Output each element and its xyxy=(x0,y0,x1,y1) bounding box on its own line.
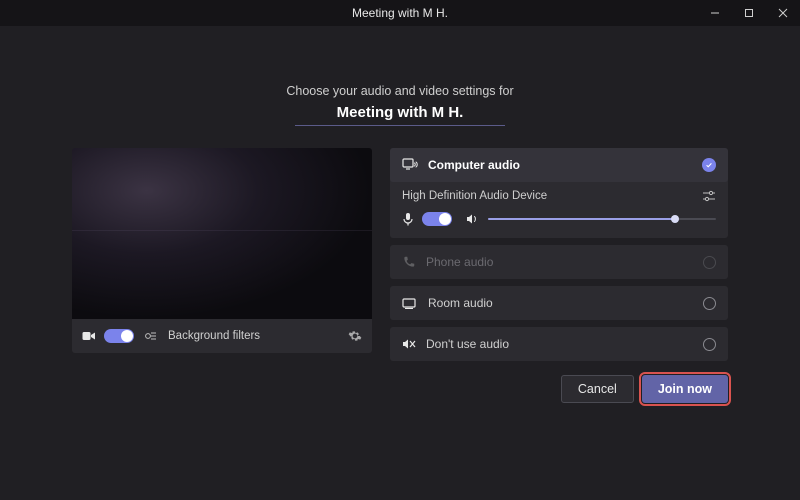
video-panel: Background filters xyxy=(72,148,372,353)
footer: Cancel Join now xyxy=(72,375,728,403)
speaker-icon xyxy=(466,213,480,225)
radio-unselected xyxy=(703,297,716,310)
no-audio-label: Don't use audio xyxy=(426,337,509,351)
mic-icon xyxy=(402,212,414,226)
computer-audio-body: High Definition Audio Device xyxy=(390,182,728,238)
camera-icon xyxy=(82,330,96,342)
audio-device-row[interactable]: High Definition Audio Device xyxy=(402,190,716,202)
audio-panel: Computer audio High Definition Audio Dev… xyxy=(390,148,728,361)
speaker-off-icon xyxy=(402,338,416,350)
background-filters-icon xyxy=(144,330,158,342)
minimize-button[interactable] xyxy=(698,0,732,26)
audio-device-name: High Definition Audio Device xyxy=(402,190,547,202)
camera-toggle-group xyxy=(82,329,134,343)
heading: Choose your audio and video settings for… xyxy=(72,84,728,126)
pre-join-window: Meeting with M H. Choose your audio and … xyxy=(0,0,800,500)
join-now-button[interactable]: Join now xyxy=(642,375,728,403)
heading-subtitle: Choose your audio and video settings for xyxy=(72,84,728,98)
maximize-button[interactable] xyxy=(732,0,766,26)
computer-audio-label: Computer audio xyxy=(428,158,520,172)
window-controls xyxy=(698,0,800,26)
volume-slider[interactable] xyxy=(488,212,716,226)
background-filters-button[interactable]: Background filters xyxy=(168,330,260,342)
computer-audio-option[interactable]: Computer audio xyxy=(390,148,728,182)
mic-toggle-group xyxy=(402,212,452,226)
mic-toggle[interactable] xyxy=(422,212,452,226)
camera-toggle[interactable] xyxy=(104,329,134,343)
no-audio-option[interactable]: Don't use audio xyxy=(390,327,728,361)
radio-unselected xyxy=(703,338,716,351)
meeting-name: Meeting with M H. xyxy=(295,104,505,126)
video-controls-bar: Background filters xyxy=(72,319,372,353)
volume-group xyxy=(466,212,716,226)
room-audio-option[interactable]: Room audio xyxy=(390,286,728,320)
gear-icon[interactable] xyxy=(348,329,362,343)
radio-unselected xyxy=(703,256,716,269)
sliders-icon[interactable] xyxy=(702,190,716,202)
pc-audio-icon xyxy=(402,158,418,172)
phone-icon xyxy=(402,255,416,269)
window-title: Meeting with M H. xyxy=(0,6,800,20)
cancel-button[interactable]: Cancel xyxy=(561,375,634,403)
room-audio-icon xyxy=(402,297,418,309)
panels: Background filters Computer audio xyxy=(72,148,728,361)
audio-controls-row xyxy=(402,212,716,226)
phone-audio-label: Phone audio xyxy=(426,255,493,269)
titlebar: Meeting with M H. xyxy=(0,0,800,26)
phone-audio-option: Phone audio xyxy=(390,245,728,279)
video-preview xyxy=(72,148,372,319)
close-button[interactable] xyxy=(766,0,800,26)
selected-check-icon xyxy=(702,158,716,172)
room-audio-label: Room audio xyxy=(428,296,493,310)
content-area: Choose your audio and video settings for… xyxy=(0,26,800,500)
computer-audio-card: Computer audio High Definition Audio Dev… xyxy=(390,148,728,238)
